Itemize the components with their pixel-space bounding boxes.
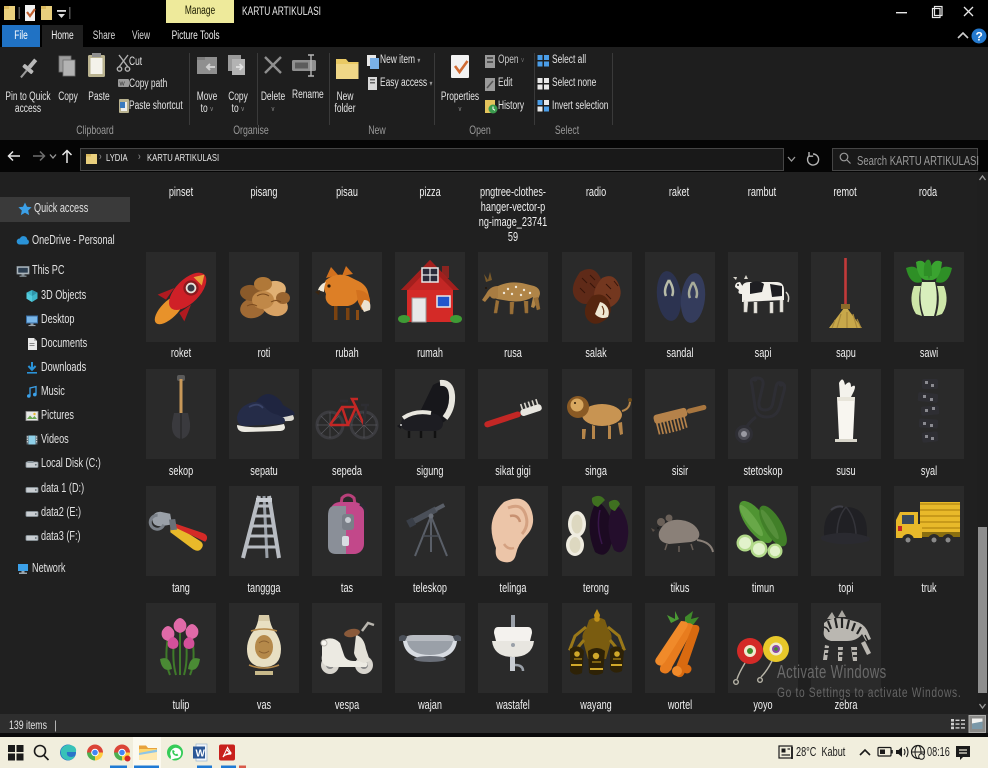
svg-text:?: ?: [976, 30, 983, 44]
svg-text:W: W: [120, 82, 126, 88]
svg-text:W: W: [196, 748, 206, 759]
